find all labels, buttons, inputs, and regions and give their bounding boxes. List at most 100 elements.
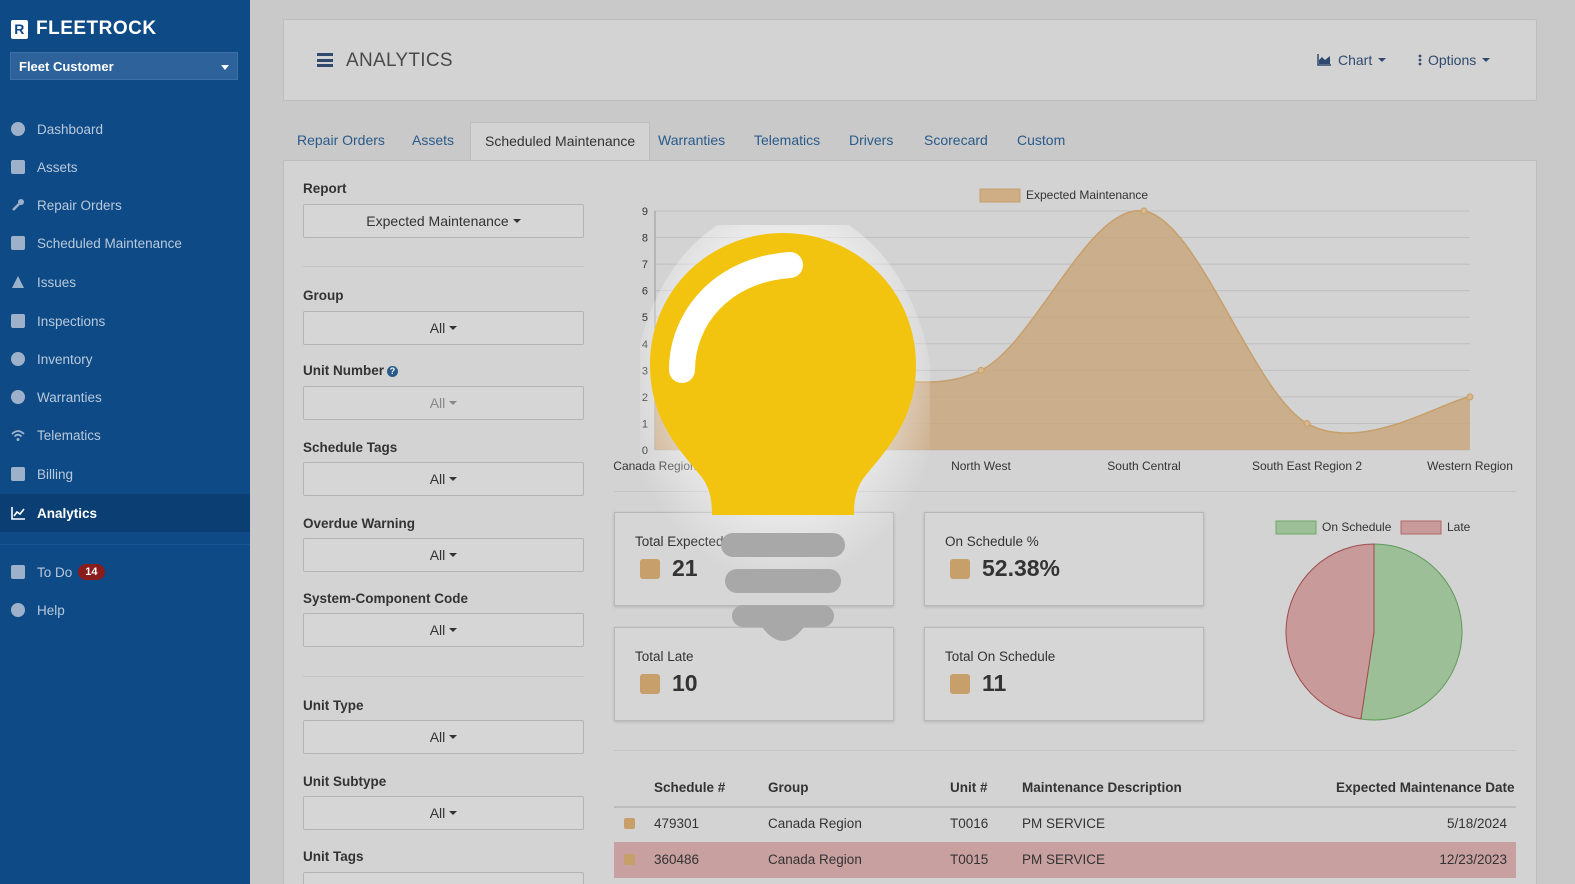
unit-tags-select[interactable] <box>303 872 584 884</box>
sidebar-item-label: Assets <box>37 159 78 175</box>
chart-legend: Expected Maintenance <box>979 188 1148 203</box>
tab-assets[interactable]: Assets <box>398 122 468 160</box>
unit-tags-label: Unit Tags <box>303 849 364 864</box>
unit-type-select[interactable]: All <box>303 720 584 754</box>
total-on-schedule-value: 11 <box>982 670 1007 696</box>
col-header-expected-date[interactable]: Expected Maintenance Date <box>1336 780 1515 795</box>
sidebar-item-issues[interactable]: Issues <box>0 263 250 301</box>
area-chart-icon <box>1317 54 1331 66</box>
hamburger-menu-icon[interactable] <box>317 53 333 67</box>
sidebar-item-todo[interactable]: To Do 14 <box>0 553 250 591</box>
total-on-schedule-card: Total On Schedule 11 <box>924 627 1204 721</box>
tab-warranties[interactable]: Warranties <box>644 122 739 160</box>
x-tick-label: South East Region 2 <box>1252 459 1362 473</box>
sidebar-item-inventory[interactable]: Inventory <box>0 340 250 378</box>
list-icon <box>11 314 25 328</box>
tab-scorecard[interactable]: Scorecard <box>910 122 1002 160</box>
calendar-icon <box>11 236 25 250</box>
tab-drivers[interactable]: Drivers <box>835 122 907 160</box>
truck-icon <box>11 160 25 174</box>
col-header-schedule[interactable]: Schedule # <box>654 780 725 795</box>
table-row[interactable]: 479301 Canada Region T0016 PM SERVICE 5/… <box>614 806 1516 842</box>
sidebar-item-scheduled-maintenance[interactable]: Scheduled Maintenance <box>0 224 250 262</box>
legend-swatch <box>1275 520 1317 535</box>
tab-telematics[interactable]: Telematics <box>740 122 834 160</box>
caret-down-icon <box>449 628 458 632</box>
x-tick-label: South Central <box>1107 459 1180 473</box>
group-select[interactable]: All <box>303 311 584 345</box>
sidebar-item-label: To Do <box>37 564 73 580</box>
schedule-tags-select[interactable]: All <box>303 462 584 496</box>
cell-group: Canada Region <box>768 816 862 831</box>
caret-down-icon <box>221 65 229 70</box>
certificate-icon <box>11 390 25 404</box>
sidebar-item-label: Repair Orders <box>37 197 122 213</box>
row-color-marker <box>624 818 635 829</box>
legend-swatch <box>1400 520 1442 535</box>
on-schedule-pie-chart: On Schedule Late <box>1275 520 1471 721</box>
sidebar-item-help[interactable]: Help <box>0 591 250 629</box>
sidebar-item-dashboard[interactable]: Dashboard <box>0 110 250 148</box>
on-schedule-pct-label: On Schedule % <box>945 534 1039 549</box>
question-circle-icon[interactable]: ? <box>387 366 398 377</box>
pie-slice <box>1285 543 1375 720</box>
page-title: ANALYTICS <box>346 50 453 71</box>
sidebar-item-billing[interactable]: Billing <box>0 455 250 493</box>
sidebar-divider <box>0 544 250 545</box>
filter-divider <box>303 266 584 267</box>
unit-number-label-text: Unit Number <box>303 363 384 378</box>
legend-label: Late <box>1447 520 1471 534</box>
caret-down-icon <box>449 553 458 557</box>
cell-unit: T0016 <box>950 816 989 831</box>
chart-button[interactable]: Chart <box>1317 52 1387 68</box>
sidebar-item-label: Inventory <box>37 351 93 367</box>
col-header-group[interactable]: Group <box>768 780 809 795</box>
ellipsis-vertical-icon <box>1418 54 1422 66</box>
total-late-value: 10 <box>672 670 698 696</box>
section-divider <box>614 750 1516 751</box>
tab-repair-orders[interactable]: Repair Orders <box>283 122 399 160</box>
y-tick-label: 9 <box>642 206 648 218</box>
caret-down-icon <box>1482 58 1491 62</box>
table-row[interactable]: 360486 Canada Region T0015 PM SERVICE 12… <box>614 842 1516 878</box>
unit-subtype-select[interactable]: All <box>303 796 584 830</box>
line-chart-icon <box>11 506 25 520</box>
page-header: ANALYTICS Chart Options <box>283 19 1537 101</box>
col-header-unit[interactable]: Unit # <box>950 780 988 795</box>
unit-type-select-value: All <box>429 729 446 745</box>
col-header-description[interactable]: Maintenance Description <box>1022 780 1182 795</box>
sidebar-item-assets[interactable]: Assets <box>0 148 250 186</box>
caret-down-icon <box>449 326 458 330</box>
unit-number-select-value: All <box>429 395 446 411</box>
dashboard-icon <box>11 122 25 136</box>
x-tick-label: Western Region <box>1427 459 1513 473</box>
sidebar-item-warranties[interactable]: Warranties <box>0 378 250 416</box>
sidebar-item-label: Dashboard <box>37 121 104 137</box>
report-select[interactable]: Expected Maintenance <box>303 204 584 238</box>
unit-subtype-label: Unit Subtype <box>303 774 387 789</box>
cell-schedule: 360486 <box>654 852 700 867</box>
tab-scheduled-maintenance[interactable]: Scheduled Maintenance <box>470 122 651 160</box>
customer-select[interactable]: Fleet Customer <box>10 52 238 80</box>
color-swatch <box>950 559 970 579</box>
options-button[interactable]: Options <box>1418 52 1491 68</box>
sidebar-item-analytics[interactable]: Analytics <box>0 494 250 532</box>
cell-schedule: 479301 <box>654 816 700 831</box>
unit-number-label: Unit Number? <box>303 363 398 378</box>
unit-subtype-select-value: All <box>429 805 446 821</box>
tab-custom[interactable]: Custom <box>1003 122 1079 160</box>
brand-name: FLEETROCK <box>36 18 157 39</box>
customer-select-value: Fleet Customer <box>19 59 114 74</box>
unit-number-select[interactable]: All <box>303 386 584 420</box>
sidebar-item-telematics[interactable]: Telematics <box>0 416 250 454</box>
sidebar-item-repair-orders[interactable]: Repair Orders <box>0 186 250 224</box>
cell-description: PM SERVICE <box>1022 852 1106 867</box>
color-swatch <box>950 674 970 694</box>
overdue-warning-select[interactable]: All <box>303 538 584 572</box>
todo-icon <box>11 565 25 579</box>
pie-slice <box>1360 543 1463 721</box>
sidebar-item-inspections[interactable]: Inspections <box>0 302 250 340</box>
brand[interactable]: R FLEETROCK <box>11 18 157 40</box>
system-component-code-select[interactable]: All <box>303 613 584 647</box>
caret-down-icon <box>1378 58 1387 62</box>
